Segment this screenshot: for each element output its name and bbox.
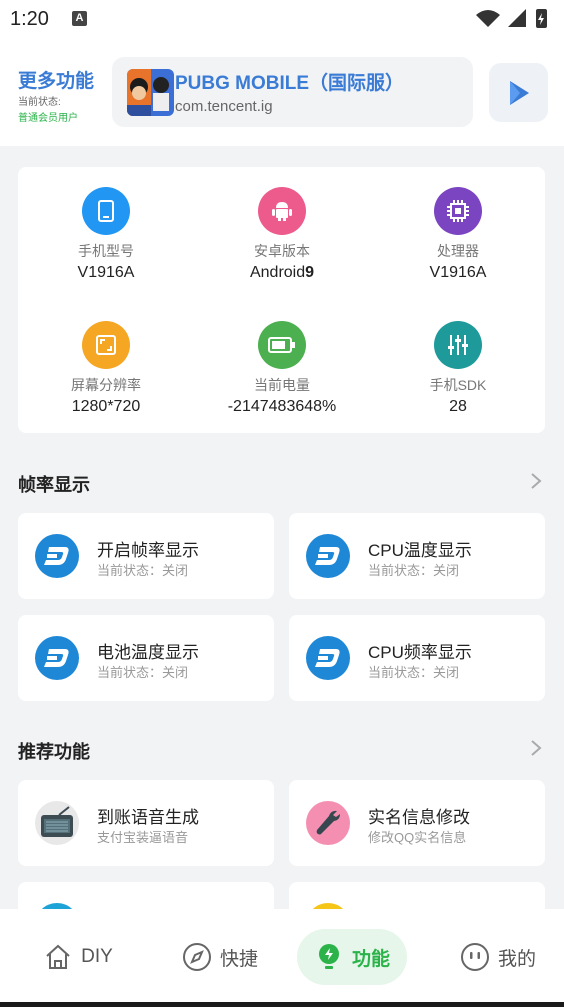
voice-generator-card[interactable]: 到账语音生成 支付宝装逼语音 <box>18 780 274 866</box>
radio-icon <box>35 801 79 845</box>
signal-icon <box>508 9 526 27</box>
app-icon <box>127 69 174 116</box>
info-label: 安卓版本 <box>254 243 310 259</box>
info-label: 处理器 <box>437 243 479 259</box>
info-label: 手机SDK <box>429 377 487 393</box>
system-nav-bar <box>0 1002 564 1007</box>
cpu-freq-toggle[interactable]: CPU频率显示 当前状态：关闭 <box>289 615 545 701</box>
app-package: com.tencent.ig <box>175 98 273 115</box>
feature-title: CPU温度显示 <box>368 541 472 560</box>
feature-title: 到账语音生成 <box>97 808 199 827</box>
feature-status: 当前状态：关闭 <box>97 563 189 578</box>
info-label: 当前电量 <box>254 377 310 393</box>
chevron-right-icon[interactable] <box>526 738 546 758</box>
nav-shortcut[interactable]: 快捷 <box>160 929 280 985</box>
battery-icon <box>258 321 306 369</box>
member-status-value: 普通会员用户 <box>18 113 78 124</box>
feature-status: 当前状态：关闭 <box>368 665 460 680</box>
feature-title: 电池温度显示 <box>97 643 199 662</box>
nav-label: DIY <box>81 946 113 967</box>
phone-icon <box>82 187 130 235</box>
nav-label: 我的 <box>497 948 536 970</box>
cpu-icon <box>434 187 482 235</box>
sliders-icon <box>434 321 482 369</box>
nav-label: 快捷 <box>219 948 258 970</box>
feature-status: 当前状态：关闭 <box>368 563 460 578</box>
dash-icon <box>306 534 350 578</box>
screen-icon <box>82 321 130 369</box>
header: 更多功能 当前状态: 普通会员用户 PUBG MOBILE（国际服） com.t… <box>0 38 564 146</box>
realname-edit-card[interactable]: 实名信息修改 修改QQ实名信息 <box>289 780 545 866</box>
app-name: PUBG MOBILE（国际服） <box>175 73 405 94</box>
dash-icon <box>35 636 79 680</box>
info-sdk: 手机SDK 28 <box>370 321 546 416</box>
compass-icon <box>182 942 212 972</box>
android-icon <box>258 187 306 235</box>
feature-title: 开启帧率显示 <box>97 541 199 560</box>
dash-icon <box>306 636 350 680</box>
device-info-card: 手机型号 V1916A 安卓版本 Android9 处理器 V1916A 屏幕分… <box>18 167 545 433</box>
info-value: Android9 <box>249 264 315 281</box>
feature-subtitle: 支付宝装逼语音 <box>97 830 189 845</box>
info-battery-level: 当前电量 -2147483648% <box>194 321 370 416</box>
info-value: -2147483648% <box>227 398 337 415</box>
info-processor: 处理器 V1916A <box>370 187 546 282</box>
info-label: 屏幕分辨率 <box>71 377 141 393</box>
info-android-version: 安卓版本 Android9 <box>194 187 370 282</box>
cpu-temp-toggle[interactable]: CPU温度显示 当前状态：关闭 <box>289 513 545 599</box>
wifi-icon <box>476 10 500 27</box>
info-screen-resolution: 屏幕分辨率 1280*720 <box>18 321 194 416</box>
nav-label: 功能 <box>351 948 390 970</box>
chevron-right-icon[interactable] <box>526 471 546 491</box>
nav-me[interactable]: 我的 <box>438 929 558 985</box>
status-icons <box>476 9 547 28</box>
home-icon <box>43 942 73 972</box>
feature-title: 实名信息修改 <box>368 808 470 827</box>
fps-display-toggle[interactable]: 开启帧率显示 当前状态：关闭 <box>18 513 274 599</box>
nav-diy[interactable]: DIY <box>18 929 138 985</box>
play-icon <box>509 80 529 105</box>
feature-status: 当前状态：关闭 <box>97 665 189 680</box>
face-icon <box>460 942 490 972</box>
feature-subtitle: 修改QQ实名信息 <box>368 830 467 845</box>
info-value: V1916A <box>77 264 135 281</box>
bottom-navigation: DIY 快捷 功能 我的 <box>0 909 564 1002</box>
member-status-label: 当前状态: <box>18 97 61 108</box>
bulb-icon <box>314 942 344 972</box>
info-value: 1280*720 <box>71 398 141 415</box>
status-time: 1:20 <box>10 8 49 30</box>
info-label: 手机型号 <box>78 243 134 259</box>
battery-temp-toggle[interactable]: 电池温度显示 当前状态：关闭 <box>18 615 274 701</box>
launch-button[interactable] <box>489 63 548 122</box>
page-title: 更多功能 <box>18 71 95 92</box>
wrench-icon <box>306 801 350 845</box>
info-value: V1916A <box>429 264 487 281</box>
info-value: 28 <box>449 398 467 415</box>
selected-app-card[interactable]: PUBG MOBILE（国际服） com.tencent.ig <box>112 57 473 127</box>
dash-icon <box>35 534 79 578</box>
feature-title: CPU频率显示 <box>368 643 472 662</box>
section-title-recommend: 推荐功能 <box>18 742 90 762</box>
notification-badge: A <box>72 11 87 26</box>
info-phone-model: 手机型号 V1916A <box>18 187 194 282</box>
status-bar: 1:20 A <box>0 0 564 38</box>
section-title-fps: 帧率显示 <box>18 475 90 495</box>
nav-features[interactable]: 功能 <box>297 929 407 985</box>
